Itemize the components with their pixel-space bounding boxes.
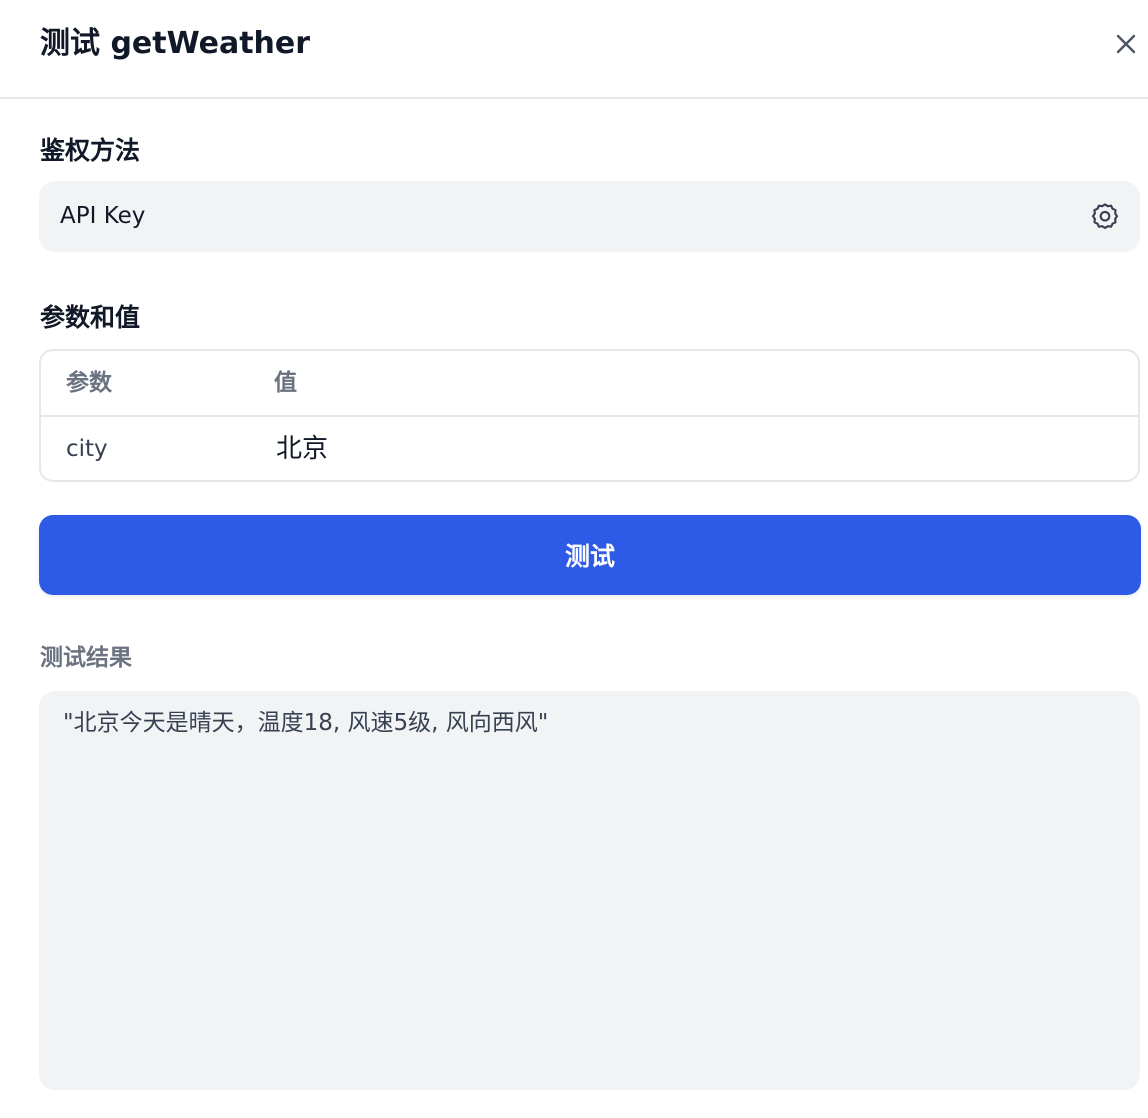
param-key-city: city	[66, 436, 108, 462]
close-button[interactable]	[1106, 24, 1146, 64]
close-icon	[1116, 34, 1136, 54]
column-header-value: 值	[274, 370, 297, 396]
result-label: 测试结果	[40, 645, 132, 671]
result-text: "北京今天是晴天，温度18, 风速5级, 风向西风"	[63, 710, 549, 736]
result-output: "北京今天是晴天，温度18, 风速5级, 风向西风"	[39, 691, 1140, 1090]
param-value-input[interactable]: 北京	[276, 431, 328, 467]
auth-settings-button[interactable]	[1089, 201, 1121, 233]
auth-method-label: 鉴权方法	[40, 136, 141, 165]
params-label: 参数和值	[40, 303, 141, 332]
gear-icon	[1091, 203, 1119, 229]
auth-method-value: API Key	[60, 203, 146, 229]
auth-method-field[interactable]: API Key	[39, 181, 1140, 252]
dialog-title: 测试 getWeather	[40, 26, 311, 61]
test-tool-dialog: 测试 getWeather 鉴权方法 API Key 参数和值 参数 值 cit…	[0, 0, 1148, 1118]
params-table: 参数 值 city 北京	[39, 349, 1140, 482]
table-row: city 北京	[41, 417, 1138, 480]
dialog-header: 测试 getWeather	[0, 0, 1148, 99]
test-button[interactable]: 测试	[39, 515, 1141, 595]
params-table-header: 参数 值	[41, 351, 1138, 417]
column-header-param: 参数	[66, 370, 112, 396]
